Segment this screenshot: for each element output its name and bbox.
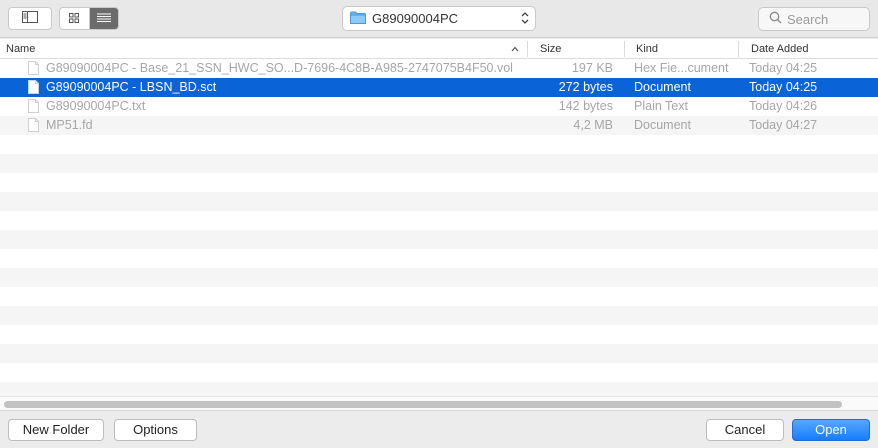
file-rows: G89090004PC - Base_21_SSN_HWC_SO...D-769… <box>0 59 878 396</box>
column-header-name-label: Name <box>6 43 36 55</box>
column-header-kind[interactable]: Kind <box>630 39 738 59</box>
horizontal-scrollbar[interactable] <box>0 396 878 410</box>
grid-icon <box>69 11 80 26</box>
search-field[interactable] <box>758 7 870 31</box>
file-kind: Document <box>634 80 691 94</box>
empty-row <box>0 382 878 396</box>
file-row[interactable]: G89090004PC.txt 142 bytes Plain Text Tod… <box>0 97 878 116</box>
empty-row <box>0 230 878 249</box>
empty-row <box>0 173 878 192</box>
empty-row <box>0 363 878 382</box>
empty-row <box>0 287 878 306</box>
empty-row <box>0 135 878 154</box>
file-row[interactable]: G89090004PC - Base_21_SSN_HWC_SO...D-769… <box>0 59 878 78</box>
document-icon <box>28 118 39 133</box>
empty-row <box>0 192 878 211</box>
view-mode-segmented-control <box>59 7 119 30</box>
options-button[interactable]: Options <box>114 419 197 441</box>
toolbar: G89090004PC <box>0 0 878 38</box>
empty-row <box>0 211 878 230</box>
file-list: Name Size Kind Date Added G89090004PC - … <box>0 39 878 396</box>
column-divider[interactable] <box>624 41 625 57</box>
file-name: G89090004PC - Base_21_SSN_HWC_SO...D-769… <box>46 61 513 75</box>
column-header-size-label: Size <box>540 43 562 55</box>
file-date-added: Today 04:25 <box>749 80 818 94</box>
column-header-date-added-label: Date Added <box>751 43 809 55</box>
empty-row <box>0 306 878 325</box>
file-name: G89090004PC - LBSN_BD.sct <box>46 80 217 94</box>
empty-row <box>0 249 878 268</box>
location-label: G89090004PC <box>372 11 459 26</box>
file-kind: Document <box>634 118 691 132</box>
column-header-date-added[interactable]: Date Added <box>745 39 878 59</box>
column-divider[interactable] <box>738 41 739 57</box>
file-date-added: Today 04:25 <box>749 61 818 75</box>
search-input[interactable] <box>787 11 867 27</box>
empty-row <box>0 325 878 344</box>
list-icon <box>96 11 111 26</box>
file-name: MP51.fd <box>46 118 93 132</box>
column-header-size[interactable]: Size <box>534 39 624 59</box>
new-folder-button[interactable]: New Folder <box>8 419 104 441</box>
sidebar-icon <box>22 11 38 26</box>
list-header: Name Size Kind Date Added <box>0 39 878 59</box>
text-file-icon <box>28 99 39 114</box>
location-popup[interactable]: G89090004PC <box>342 6 536 31</box>
icon-view-button[interactable] <box>60 8 89 29</box>
bottom-bar: New Folder Options Cancel Open <box>0 410 878 448</box>
document-icon <box>28 61 39 76</box>
file-kind: Hex Fie...cument <box>634 61 729 75</box>
file-name: G89090004PC.txt <box>46 99 146 113</box>
open-button[interactable]: Open <box>792 419 870 441</box>
file-size: 197 KB <box>571 61 613 75</box>
folder-icon <box>350 11 366 27</box>
file-date-added: Today 04:27 <box>749 118 818 132</box>
file-row-selected[interactable]: G89090004PC - LBSN_BD.sct 272 bytes Docu… <box>0 78 878 97</box>
column-divider[interactable] <box>527 41 528 57</box>
file-size: 4,2 MB <box>573 118 613 132</box>
search-icon <box>769 11 782 27</box>
column-header-name[interactable]: Name <box>0 39 527 59</box>
list-view-button[interactable] <box>88 8 118 29</box>
empty-row <box>0 344 878 363</box>
empty-row <box>0 268 878 287</box>
updown-chevron-icon <box>521 10 529 29</box>
file-date-added: Today 04:26 <box>749 99 818 113</box>
scrollbar-thumb[interactable] <box>4 401 842 408</box>
sidebar-toggle-button[interactable] <box>8 7 52 30</box>
empty-row <box>0 154 878 173</box>
file-size: 142 bytes <box>558 99 613 113</box>
file-size: 272 bytes <box>558 80 613 94</box>
column-header-kind-label: Kind <box>636 43 659 55</box>
cancel-button[interactable]: Cancel <box>706 419 784 441</box>
document-icon <box>28 80 39 95</box>
file-kind: Plain Text <box>634 99 688 113</box>
file-row[interactable]: MP51.fd 4,2 MB Document Today 04:27 <box>0 116 878 135</box>
